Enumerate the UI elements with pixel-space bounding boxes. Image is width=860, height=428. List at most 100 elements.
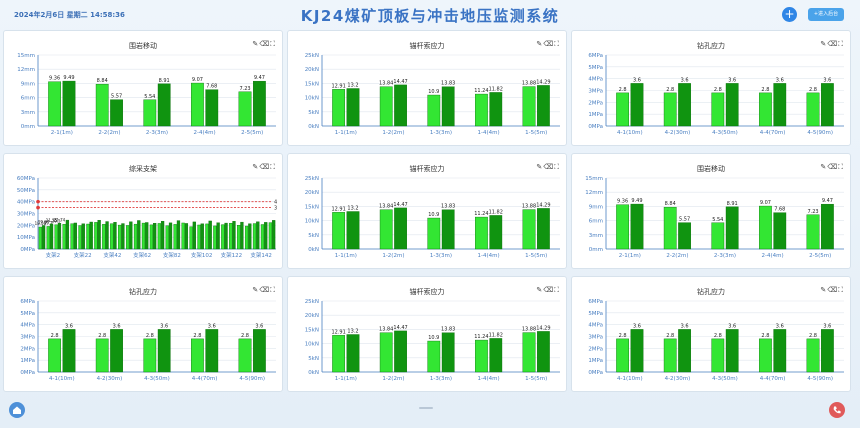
bar [759,338,772,373]
bar [48,81,62,127]
bar [489,215,503,250]
data-label: 5.57 [111,94,122,100]
data-label: 3.6 [728,77,736,83]
data-label: 13.2 [347,83,358,89]
bar [711,92,725,127]
x-tick-label: 4-3(50m) [712,376,738,382]
bar [773,212,787,250]
y-tick-label: 0MPa [20,370,35,376]
y-tick-label: 2MPa [588,346,603,352]
data-label: 2.8 [761,333,769,339]
bar [73,222,77,250]
bar-chart: 0MPa 1MPa 2MPa 3MPa 4MPa 5MPa 6MPa 2.8 3.6 2.8 3.6… [588,53,844,136]
y-tick-label: 0mm [589,247,603,253]
bar [332,335,346,373]
bar [536,331,550,373]
data-label: 9.36 [617,199,628,205]
bar [630,203,644,250]
y-tick-label: 6MPa [588,299,603,305]
data-label: 3.6 [823,323,831,329]
home-button[interactable] [9,402,25,418]
data-label: 13.84 [379,81,393,87]
y-tick-label: 15kN [305,327,319,333]
alarm-marker [36,205,40,210]
bar [191,82,204,127]
bar [806,92,820,127]
y-tick-label: 5MPa [588,65,603,71]
data-label: 3.6 [823,77,831,83]
bar [441,86,455,127]
bar [346,334,360,373]
y-tick-label: 9mm [21,81,35,87]
data-label: 2.8 [98,333,106,339]
x-tick-label: 支架62 [133,251,151,259]
bar [678,329,691,373]
bar [62,329,76,373]
bar [394,84,407,127]
x-tick-label: 4-5(90m) [239,376,265,382]
y-tick-label: 20kN [305,67,319,73]
x-tick-label: 支架82 [163,251,181,259]
data-label: 9.47 [822,198,833,204]
data-label: 5.54 [712,217,723,223]
bar-chart: 0mm 3mm 6mm 9mm 12mm 15mm 9.36 9.49 8.84 5.57 5.54… [17,53,276,136]
bar [173,224,177,250]
x-tick-label: 4-4(70m) [760,130,786,136]
data-label: 11.82 [489,332,503,338]
data-label: 13.83 [441,81,455,87]
bar [176,220,181,250]
y-tick-label: 20kN [305,313,319,319]
bar [240,221,244,250]
bar [153,223,157,250]
bar [94,222,98,250]
x-tick-label: 支架22 [74,251,92,259]
x-tick-label: 支架2 [46,251,61,259]
data-label: 12.91 [331,83,345,89]
bar [89,221,93,250]
bar [711,338,725,373]
enter-backend-button[interactable]: +进入后台 [808,8,844,21]
data-label: 13.2 [347,206,358,212]
scroll-handle[interactable] [419,407,433,409]
x-tick-label: 4-2(30m) [665,376,691,382]
bar [725,206,739,250]
add-button[interactable]: + [782,7,797,22]
x-tick-label: 1-1(1m) [335,376,357,382]
bar [427,94,441,127]
y-tick-label: 25kN [305,299,319,305]
bar [427,217,441,250]
data-label: 21.74 [54,217,66,222]
y-tick-label: 25kN [305,53,319,59]
y-tick-label: 1MPa [588,358,603,364]
data-label: 3.6 [728,323,736,329]
y-tick-label: 60MPa [17,176,35,182]
bar [143,338,157,373]
bar [41,225,46,250]
bar [205,223,209,250]
bar [141,222,146,250]
x-tick-label: 支架142 [250,251,272,259]
data-label: 10.9 [428,89,439,95]
data-label: 14.47 [393,79,407,85]
y-tick-label: 12mm [17,67,35,73]
bar [157,223,161,250]
chart-panel: 围岩移动 ✎⌫⛶ 0mm 3mm 6mm 9mm 12mm 15mm 9.36 9.49 8.84 5… [571,153,851,269]
bar [379,209,393,250]
bar [475,339,488,373]
x-tick-label: 2-5(5m) [241,130,263,136]
y-tick-label: 0mm [21,124,35,130]
x-tick-label: 1-3(3m) [430,376,452,382]
bar [189,226,193,250]
y-tick-label: 9mm [589,204,603,210]
bar [678,222,691,250]
chart-panel: 锚杆索应力 ✎⌫⛶ 0kN 5kN 10kN 15kN 20kN 25kN 12.91 13.2 1… [287,30,567,146]
y-tick-label: 25kN [305,176,319,182]
bar [759,205,772,250]
phone-button[interactable] [829,402,845,418]
bar-chart: 0MPa 1MPa 2MPa 3MPa 4MPa 5MPa 6MPa 2.8 3.6 2.8 3.6… [20,299,276,382]
chart-panel: 锚杆索应力 ✎⌫⛶ 0kN 5kN 10kN 15kN 20kN 25kN 12.91 13.2 1… [287,153,567,269]
bar [630,83,644,127]
y-tick-label: 3mm [21,110,35,116]
y-tick-label: 3MPa [20,335,35,341]
data-label: 2.8 [619,87,627,93]
